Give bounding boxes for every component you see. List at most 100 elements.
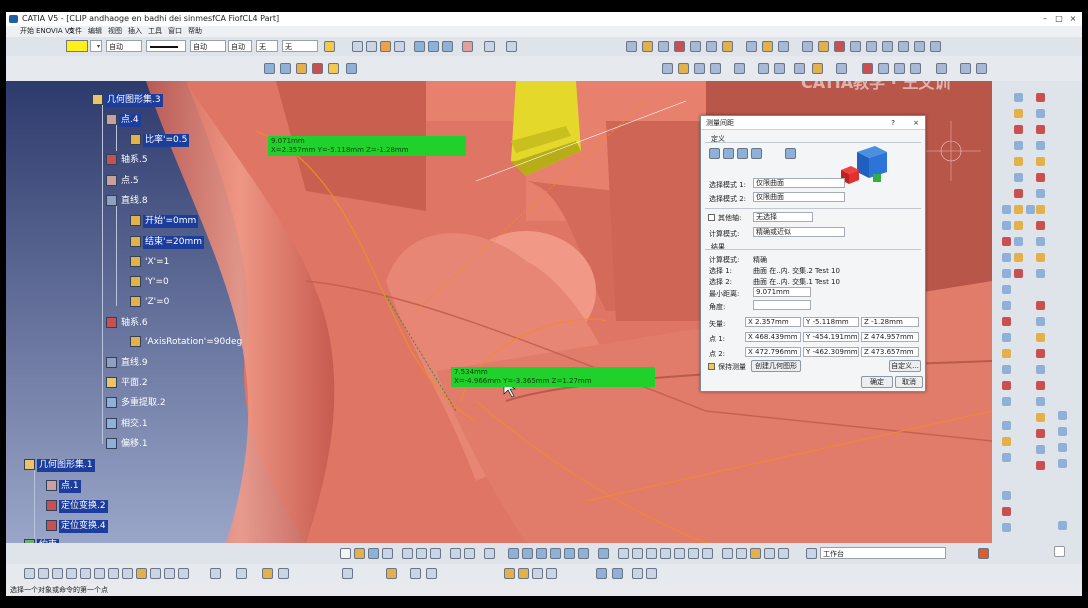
sweep-icon[interactable] (850, 41, 861, 52)
hide-show-bottom-icon[interactable] (764, 548, 775, 559)
tree-item-plane-2[interactable]: 平面.2 (106, 377, 150, 390)
chamfer-tool-icon[interactable] (1036, 269, 1045, 278)
swap-bottom-icon[interactable] (778, 548, 789, 559)
tree-item-axis-system-5[interactable]: 轴系.5 (106, 154, 150, 167)
hole-tool-icon[interactable] (1036, 157, 1045, 166)
zoom-out-icon[interactable] (688, 548, 699, 559)
axis-to-axis-icon[interactable] (312, 63, 323, 74)
iso-view-icon[interactable] (736, 548, 747, 559)
pan-bottom-icon[interactable] (646, 548, 657, 559)
draft-tool-icon[interactable] (1036, 301, 1045, 310)
sketch-icon[interactable] (626, 41, 637, 52)
dialog-close-button[interactable]: × (913, 116, 919, 130)
menu-tools[interactable]: 工具 (148, 26, 162, 37)
front-view-icon[interactable] (758, 63, 769, 74)
heal-tool-icon[interactable] (1014, 269, 1023, 278)
swap-icon[interactable] (164, 568, 175, 579)
shell-tool-icon[interactable] (1036, 317, 1045, 326)
knowledge-tool-icon[interactable] (1058, 459, 1067, 468)
edges-icon[interactable] (836, 63, 847, 74)
fit-all-bottom-icon[interactable] (632, 548, 643, 559)
menu-file[interactable]: 文件 (68, 26, 82, 37)
assemble-tool-icon[interactable] (1036, 461, 1045, 470)
revolve-tool-icon[interactable] (1014, 205, 1023, 214)
edge-fillet-tool-icon[interactable] (1036, 253, 1045, 262)
remove-loft-tool-icon[interactable] (1036, 237, 1045, 246)
multi-view-icon[interactable] (722, 548, 733, 559)
copy-icon[interactable] (416, 548, 427, 559)
offset-icon[interactable] (834, 41, 845, 52)
color-combo[interactable]: ▾ (90, 40, 102, 52)
open-icon[interactable] (354, 548, 365, 559)
tree-item-axis-system-6[interactable]: 轴系.6 (106, 317, 150, 330)
scene-icon[interactable] (426, 568, 437, 579)
catalog-icon[interactable] (598, 548, 609, 559)
ok-button[interactable]: 确定 (861, 376, 893, 388)
texture-icon[interactable] (410, 568, 421, 579)
tree-item-multi-extract-2[interactable]: 多重提取.2 (106, 397, 168, 410)
other-axis-field[interactable]: 无选择 (753, 212, 813, 222)
ground-icon[interactable] (236, 568, 247, 579)
extrude-icon[interactable] (722, 41, 733, 52)
plane-icon[interactable] (690, 41, 701, 52)
dialog-help-button[interactable]: ? (891, 116, 895, 130)
hide-show-icon[interactable] (662, 63, 673, 74)
line-icon[interactable] (706, 41, 717, 52)
new-icon[interactable] (340, 548, 351, 559)
close-button[interactable]: × (1066, 12, 1080, 26)
extract-tool-icon[interactable] (1002, 333, 1011, 342)
offset-tool-icon[interactable] (1014, 221, 1023, 230)
color-swatch[interactable] (66, 40, 88, 52)
join-icon[interactable] (778, 41, 789, 52)
law-tool-icon[interactable] (1002, 453, 1011, 462)
loft-tool-icon[interactable] (1002, 253, 1011, 262)
whats-this-icon[interactable] (484, 548, 495, 559)
connect-tool-icon[interactable] (1002, 523, 1011, 532)
tree-item-y[interactable]: 'Y'=0 (130, 276, 171, 289)
extrude-tool-icon[interactable] (1002, 205, 1011, 214)
scaling-tool-icon[interactable] (1036, 429, 1045, 438)
tree-item-start[interactable]: 开始'=0mm (130, 215, 199, 228)
law-icon[interactable] (550, 548, 561, 559)
render-bottom-icon[interactable] (262, 568, 273, 579)
loft-solid-tool-icon[interactable] (1036, 221, 1045, 230)
calc-mode-combo[interactable]: 精确或近似 (753, 227, 845, 237)
zoom-in-icon[interactable] (674, 548, 685, 559)
symmetry-tool-icon[interactable] (1002, 397, 1011, 406)
blend-tool-icon[interactable] (1014, 253, 1023, 262)
shaft-tool-icon[interactable] (1036, 125, 1045, 134)
print-icon[interactable] (382, 548, 393, 559)
cursor-icon[interactable] (484, 41, 495, 52)
design-table-icon[interactable] (536, 548, 547, 559)
translate-tool-icon[interactable] (1002, 365, 1011, 374)
cancel-button[interactable]: 取消 (895, 376, 923, 388)
scaling-icon[interactable] (280, 63, 291, 74)
remove-face-tool-icon[interactable] (1036, 365, 1045, 374)
affinity-icon[interactable] (296, 63, 307, 74)
keep-measure-checkbox[interactable] (708, 363, 715, 370)
extrapolate-icon[interactable] (328, 63, 339, 74)
projection-tool-icon[interactable] (1014, 141, 1023, 150)
boundary-tool-icon[interactable] (1002, 317, 1011, 326)
rule-icon[interactable] (522, 548, 533, 559)
measure-icon[interactable] (414, 41, 425, 52)
hide-icon[interactable] (150, 568, 161, 579)
tree-item-ratio[interactable]: 比率'=0.5 (130, 134, 190, 147)
boolean-icon[interactable] (504, 568, 515, 579)
menu-start[interactable]: 开始 (20, 26, 34, 37)
replace-face-tool-icon[interactable] (1036, 381, 1045, 390)
lighting-bottom-icon[interactable] (178, 568, 189, 579)
tree-item-transform-2[interactable]: 定位变换.2 (46, 500, 108, 513)
tree-item-geometry-set-3[interactable]: 几何图形集.3 (92, 94, 163, 107)
redo-icon[interactable] (366, 41, 377, 52)
rotate-icon[interactable] (930, 41, 941, 52)
redo-bottom-icon[interactable] (464, 548, 475, 559)
undo-icon[interactable] (352, 41, 363, 52)
measure-item-mode-icon[interactable] (751, 148, 762, 159)
tree-item-line-8[interactable]: 直线.8 (106, 195, 150, 208)
tools-icon[interactable] (462, 41, 473, 52)
selection2-mode-combo[interactable]: 仅限曲面 (753, 192, 845, 202)
formula-icon[interactable] (508, 548, 519, 559)
fan-mode-icon[interactable] (737, 148, 748, 159)
measure-item-icon[interactable] (428, 41, 439, 52)
